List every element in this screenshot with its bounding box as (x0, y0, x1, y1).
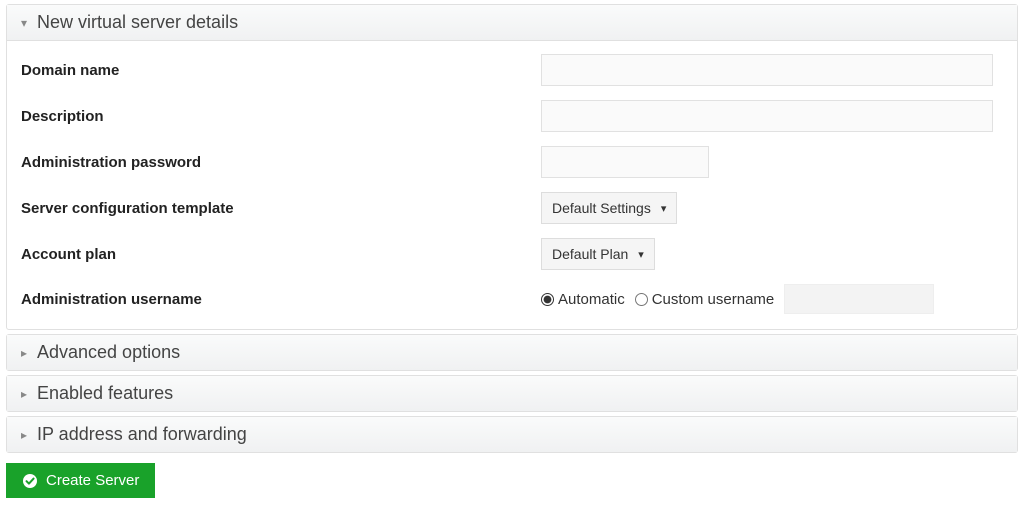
chevron-down-icon: ▾ (638, 248, 644, 261)
panel-body-details: Domain name Description Administration p… (7, 41, 1017, 329)
label-domain-name: Domain name (21, 62, 541, 79)
row-admin-username: Administration username Automatic Custom… (7, 277, 1017, 321)
panel-title-features: Enabled features (37, 383, 173, 404)
panel-title-ip: IP address and forwarding (37, 424, 247, 445)
radio-custom-label: Custom username (652, 291, 775, 308)
panel-enabled-features: ▸ Enabled features (6, 375, 1018, 412)
label-account-plan: Account plan (21, 246, 541, 263)
caret-right-icon: ▸ (17, 346, 31, 360)
plan-select-value: Default Plan (552, 246, 628, 262)
plan-select[interactable]: Default Plan ▾ (541, 238, 655, 270)
template-select-value: Default Settings (552, 200, 651, 216)
label-description: Description (21, 108, 541, 125)
panel-advanced-options: ▸ Advanced options (6, 334, 1018, 371)
template-select[interactable]: Default Settings ▾ (541, 192, 677, 224)
caret-down-icon: ▾ (17, 16, 31, 30)
row-domain-name: Domain name (7, 47, 1017, 93)
row-template: Server configuration template Default Se… (7, 185, 1017, 231)
radio-custom-wrap[interactable]: Custom username (635, 291, 775, 308)
label-template: Server configuration template (21, 200, 541, 217)
chevron-down-icon: ▾ (661, 202, 667, 215)
row-description: Description (7, 93, 1017, 139)
create-server-button-label: Create Server (46, 472, 139, 489)
radio-automatic[interactable] (541, 293, 554, 306)
panel-header-advanced[interactable]: ▸ Advanced options (7, 335, 1017, 370)
panel-header-ip[interactable]: ▸ IP address and forwarding (7, 417, 1017, 452)
caret-right-icon: ▸ (17, 428, 31, 442)
label-admin-username: Administration username (21, 291, 541, 308)
panel-title-details: New virtual server details (37, 12, 238, 33)
radio-automatic-wrap[interactable]: Automatic (541, 291, 625, 308)
panel-title-advanced: Advanced options (37, 342, 180, 363)
radio-custom[interactable] (635, 293, 648, 306)
row-admin-password: Administration password (7, 139, 1017, 185)
caret-right-icon: ▸ (17, 387, 31, 401)
panel-new-server-details: ▾ New virtual server details Domain name… (6, 4, 1018, 330)
label-admin-password: Administration password (21, 154, 541, 171)
row-account-plan: Account plan Default Plan ▾ (7, 231, 1017, 277)
check-circle-icon (22, 473, 38, 489)
panel-header-details[interactable]: ▾ New virtual server details (7, 5, 1017, 41)
create-server-button[interactable]: Create Server (6, 463, 155, 498)
domain-name-input[interactable] (541, 54, 993, 86)
panel-ip-forwarding: ▸ IP address and forwarding (6, 416, 1018, 453)
admin-password-input[interactable] (541, 146, 709, 178)
panel-header-features[interactable]: ▸ Enabled features (7, 376, 1017, 411)
custom-username-input[interactable] (784, 284, 934, 314)
radio-automatic-label: Automatic (558, 291, 625, 308)
description-input[interactable] (541, 100, 993, 132)
